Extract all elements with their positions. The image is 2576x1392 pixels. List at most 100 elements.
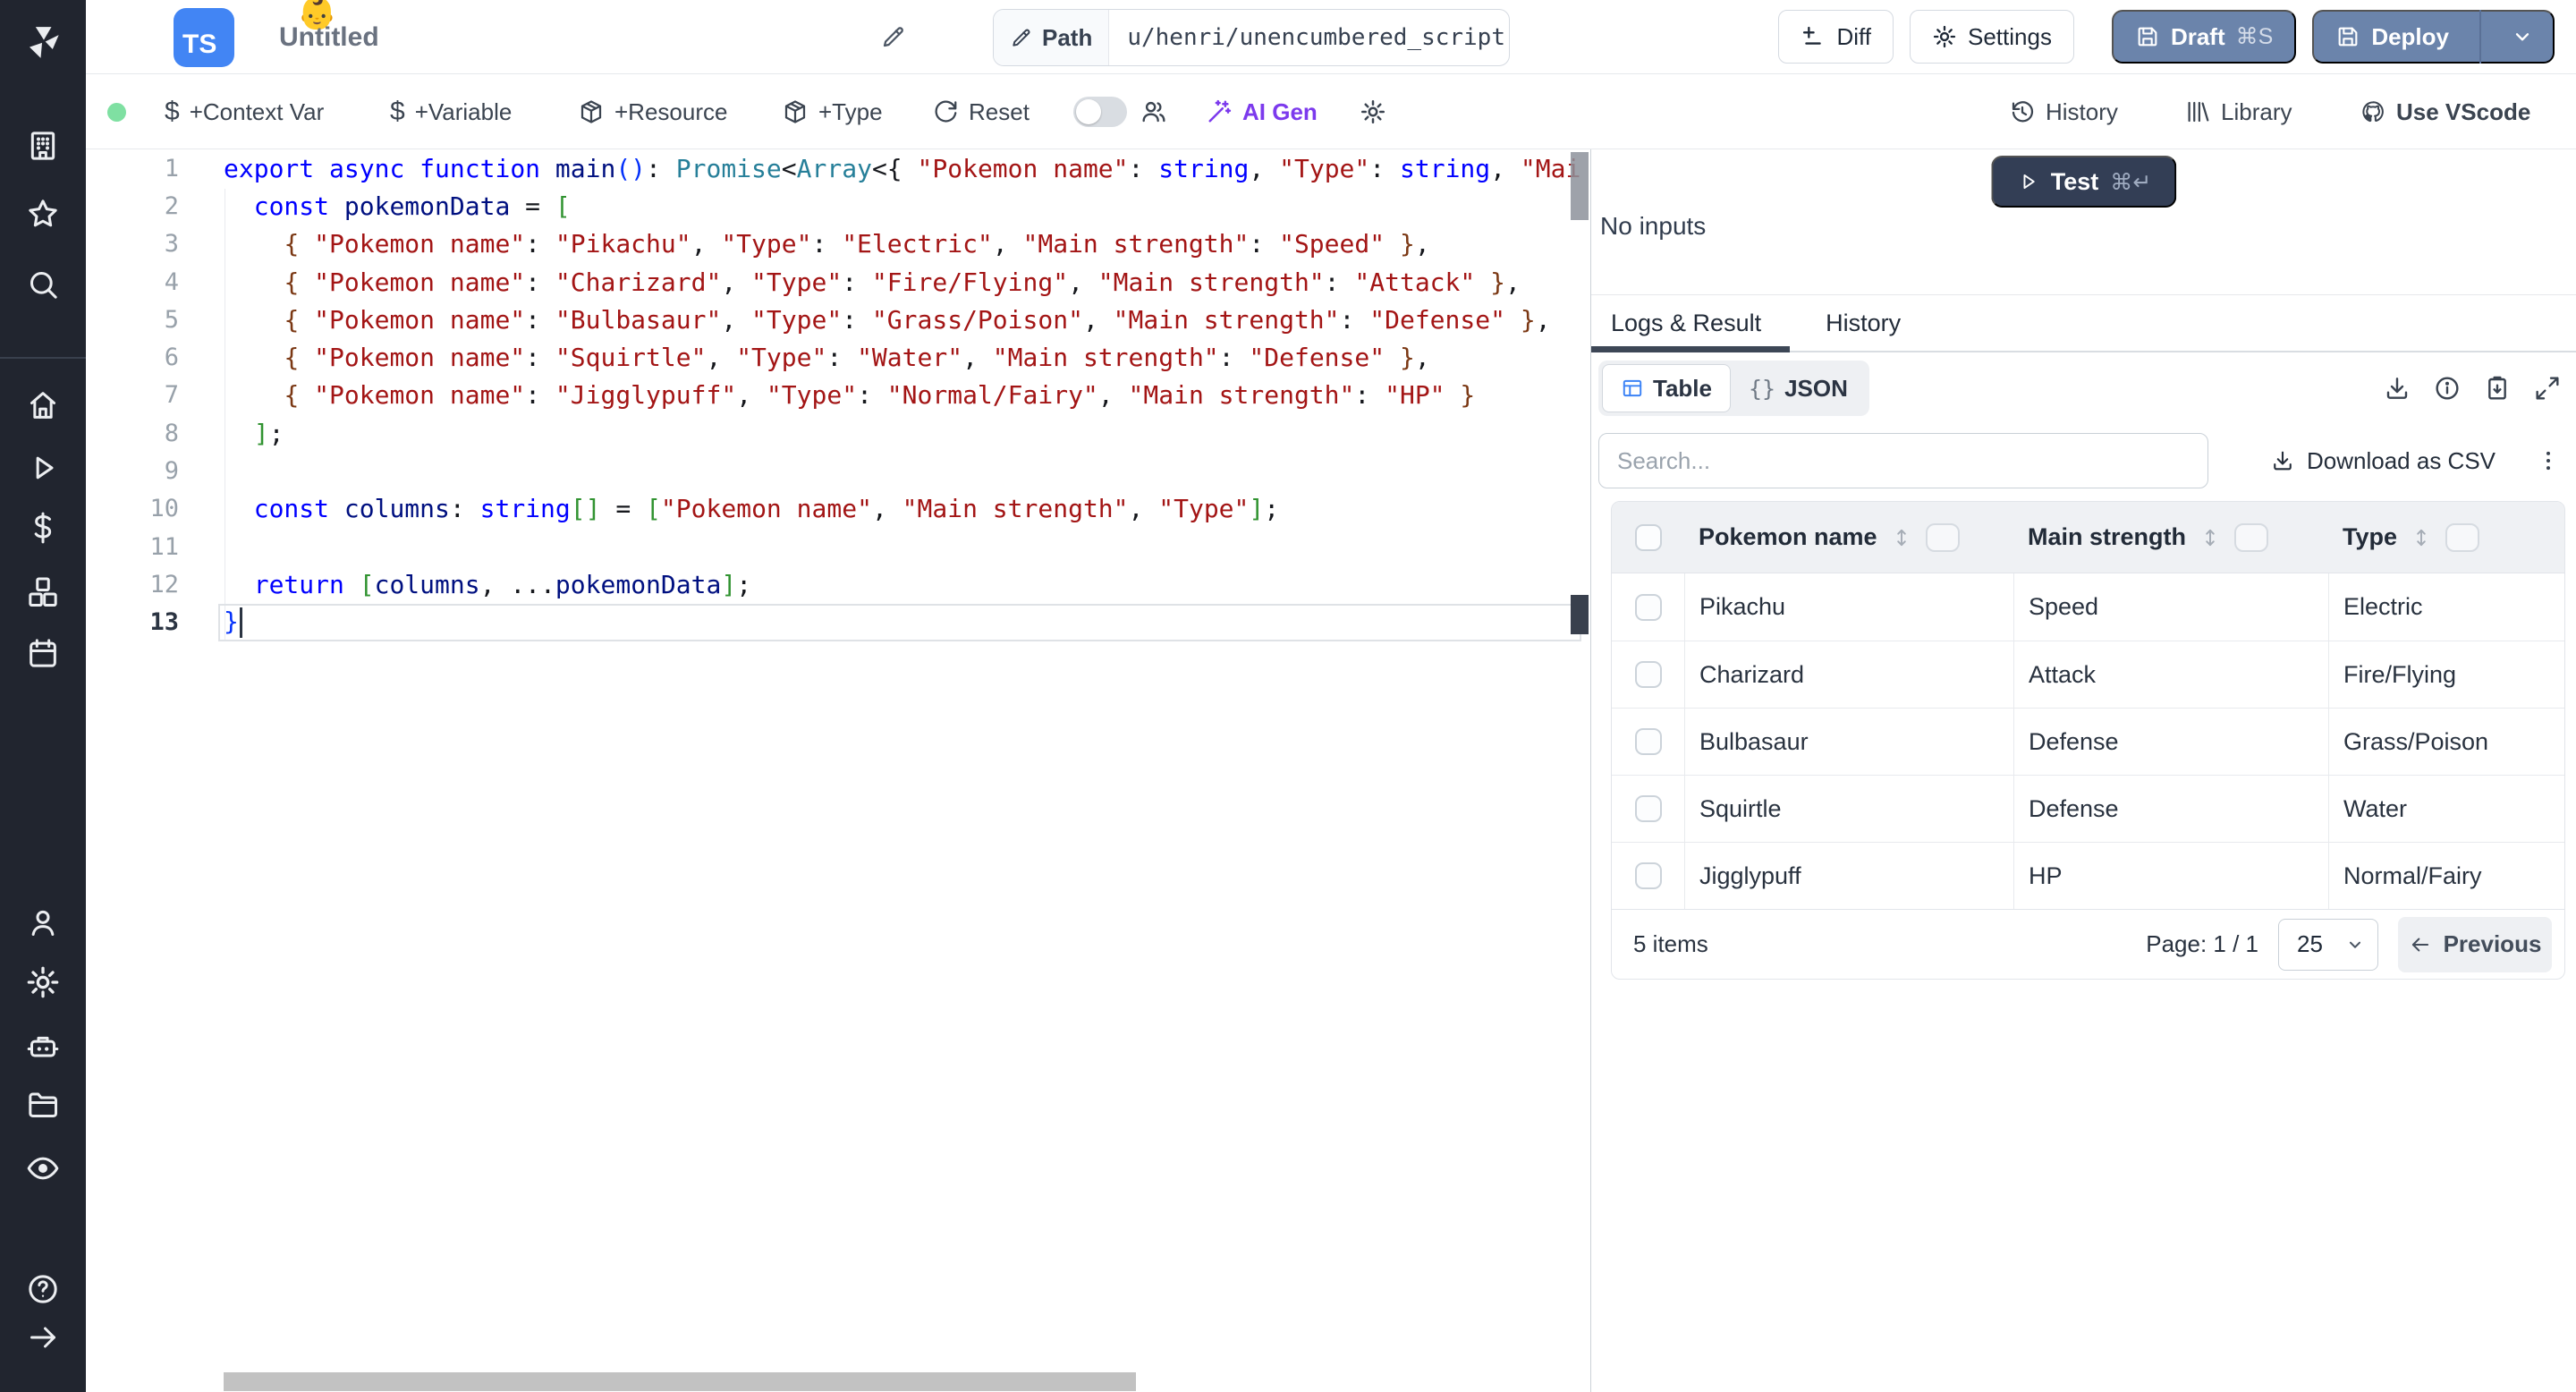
add-type-button[interactable]: +Type — [782, 75, 883, 149]
star-icon[interactable] — [25, 196, 61, 232]
history-button[interactable]: History — [2009, 75, 2118, 149]
cubes-icon[interactable] — [25, 574, 61, 610]
column-header[interactable]: Type — [2328, 522, 2564, 552]
row-checkbox[interactable] — [1634, 728, 1662, 755]
column-header[interactable]: Pokemon name — [1684, 522, 2013, 552]
path-value[interactable]: u/henri/unencumbered_script — [1109, 10, 1509, 65]
code-line-3[interactable]: 3 { "Pokemon name": "Pikachu", "Type": "… — [86, 225, 1590, 263]
building-icon[interactable] — [25, 128, 61, 164]
code-line-12[interactable]: 12 return [columns, ...pokemonData]; — [86, 565, 1590, 603]
code-line-4[interactable]: 4 { "Pokemon name": "Charizard", "Type":… — [86, 263, 1590, 301]
add-variable-button[interactable]: $ +Variable — [390, 75, 512, 149]
line-number: 7 — [164, 381, 179, 410]
add-resource-label: +Resource — [614, 98, 728, 125]
deploy-menu-button[interactable] — [2492, 25, 2553, 48]
help-icon[interactable] — [25, 1271, 61, 1307]
info-icon[interactable] — [2433, 374, 2462, 403]
row-checkbox[interactable] — [1634, 661, 1662, 688]
deploy-button[interactable]: Deploy — [2312, 10, 2555, 64]
eye-icon[interactable] — [25, 1150, 61, 1186]
chevron-down-icon — [2345, 935, 2365, 955]
diff-button[interactable]: Diff — [1778, 10, 1894, 64]
tab-logs-result[interactable]: Logs & Result — [1591, 295, 1791, 352]
calendar-icon[interactable] — [25, 635, 61, 671]
home-icon[interactable] — [25, 387, 61, 423]
code-line-7[interactable]: 7 { "Pokemon name": "Jigglypuff", "Type"… — [86, 377, 1590, 414]
row-checkbox[interactable] — [1634, 795, 1662, 822]
collab-toggle[interactable] — [1073, 75, 1127, 149]
users-icon — [1140, 98, 1168, 126]
dollar-icon: $ — [390, 97, 405, 126]
folder-icon[interactable] — [25, 1087, 61, 1123]
table-cell: HP — [2013, 843, 2328, 909]
expand-icon[interactable] — [2533, 374, 2562, 403]
test-button[interactable]: Test ⌘↵ — [1990, 156, 2177, 208]
download-icon[interactable] — [2383, 374, 2411, 403]
editor-settings-button[interactable] — [1360, 75, 1386, 149]
page-size-select[interactable]: 25 — [2278, 918, 2378, 971]
table-icon — [1621, 377, 1644, 400]
previous-page-button[interactable]: Previous — [2398, 916, 2552, 972]
column-toggle[interactable] — [2234, 522, 2269, 552]
table-cell: Grass/Poison — [2328, 709, 2564, 775]
code-line-9[interactable]: 9 — [86, 452, 1590, 489]
play-icon[interactable] — [25, 450, 61, 486]
column-toggle[interactable] — [1925, 522, 1960, 552]
view-table-button[interactable]: Table — [1602, 364, 1731, 412]
column-toggle[interactable] — [2445, 522, 2480, 552]
column-header[interactable]: Main strength — [2013, 522, 2328, 552]
draft-button[interactable]: Draft ⌘S — [2111, 10, 2297, 64]
download-csv-button[interactable]: Download as CSV — [2270, 447, 2496, 475]
page-size-value: 25 — [2297, 930, 2323, 957]
edit-title-icon[interactable] — [880, 23, 907, 50]
code-line-13[interactable]: 13} — [86, 603, 1590, 642]
library-button[interactable]: Library — [2184, 75, 2292, 149]
arrow-right-icon[interactable] — [25, 1320, 61, 1355]
code-line-11[interactable]: 11 — [86, 528, 1590, 565]
more-options-icon[interactable] — [2535, 447, 2562, 474]
robot-icon[interactable] — [25, 1029, 61, 1065]
multiplayer-button[interactable] — [1140, 75, 1168, 149]
row-checkbox[interactable] — [1634, 593, 1662, 621]
settings-button[interactable]: Settings — [1910, 10, 2074, 64]
code-line-2[interactable]: 2 const pokemonData = [ — [86, 187, 1590, 225]
result-table-header: Pokemon name Main strength Type — [1612, 502, 2564, 573]
tab-history[interactable]: History — [1817, 295, 1910, 351]
row-checkbox-cell — [1612, 661, 1684, 688]
download-csv-label: Download as CSV — [2307, 446, 2496, 474]
use-vscode-label: Use VScode — [2396, 98, 2531, 125]
reset-button[interactable]: Reset — [932, 75, 1030, 149]
code-line-6[interactable]: 6 { "Pokemon name": "Squirtle", "Type": … — [86, 338, 1590, 376]
row-checkbox[interactable] — [1634, 862, 1662, 889]
view-json-label: JSON — [1784, 374, 1848, 402]
dollar-icon[interactable] — [25, 510, 61, 546]
code-line-1[interactable]: 1 export async function main(): Promise<A… — [86, 149, 1590, 187]
row-checkbox-cell — [1612, 795, 1684, 822]
sort-icon[interactable] — [2199, 526, 2222, 549]
package-icon — [782, 98, 809, 125]
draft-shortcut: ⌘S — [2235, 24, 2274, 49]
result-table-footer: 5 items Page: 1 / 1 25 Previous — [1612, 909, 2564, 979]
vertical-scrollbar[interactable] — [1571, 152, 1589, 220]
code-line-5[interactable]: 5 { "Pokemon name": "Bulbasaur", "Type":… — [86, 301, 1590, 338]
view-json-button[interactable]: {} JSON — [1731, 364, 1866, 412]
path-field[interactable]: Path u/henri/unencumbered_script — [993, 9, 1510, 66]
add-context-var-button[interactable]: $ +Context Var — [165, 75, 324, 149]
select-all-checkbox[interactable] — [1634, 523, 1662, 551]
user-icon[interactable] — [25, 905, 61, 941]
horizontal-scrollbar[interactable] — [224, 1372, 1136, 1391]
ai-gen-button[interactable]: AI Gen — [1206, 75, 1318, 149]
gear-icon[interactable] — [25, 964, 61, 1000]
sort-icon[interactable] — [2410, 526, 2433, 549]
sort-icon[interactable] — [1890, 526, 1913, 549]
copy-to-clipboard-icon[interactable] — [2483, 374, 2512, 403]
line-number: 11 — [149, 532, 179, 561]
search-input[interactable] — [1598, 433, 2208, 488]
toggle-switch[interactable] — [1073, 97, 1127, 127]
code-line-10[interactable]: 10 const columns: string[] = ["Pokemon n… — [86, 490, 1590, 528]
code-editor[interactable]: 1 export async function main(): Promise<A… — [86, 149, 1590, 1392]
code-line-8[interactable]: 8 ]; — [86, 414, 1590, 452]
add-resource-button[interactable]: +Resource — [578, 75, 727, 149]
use-vscode-button[interactable]: Use VScode — [2360, 75, 2530, 149]
search-icon[interactable] — [25, 267, 61, 302]
